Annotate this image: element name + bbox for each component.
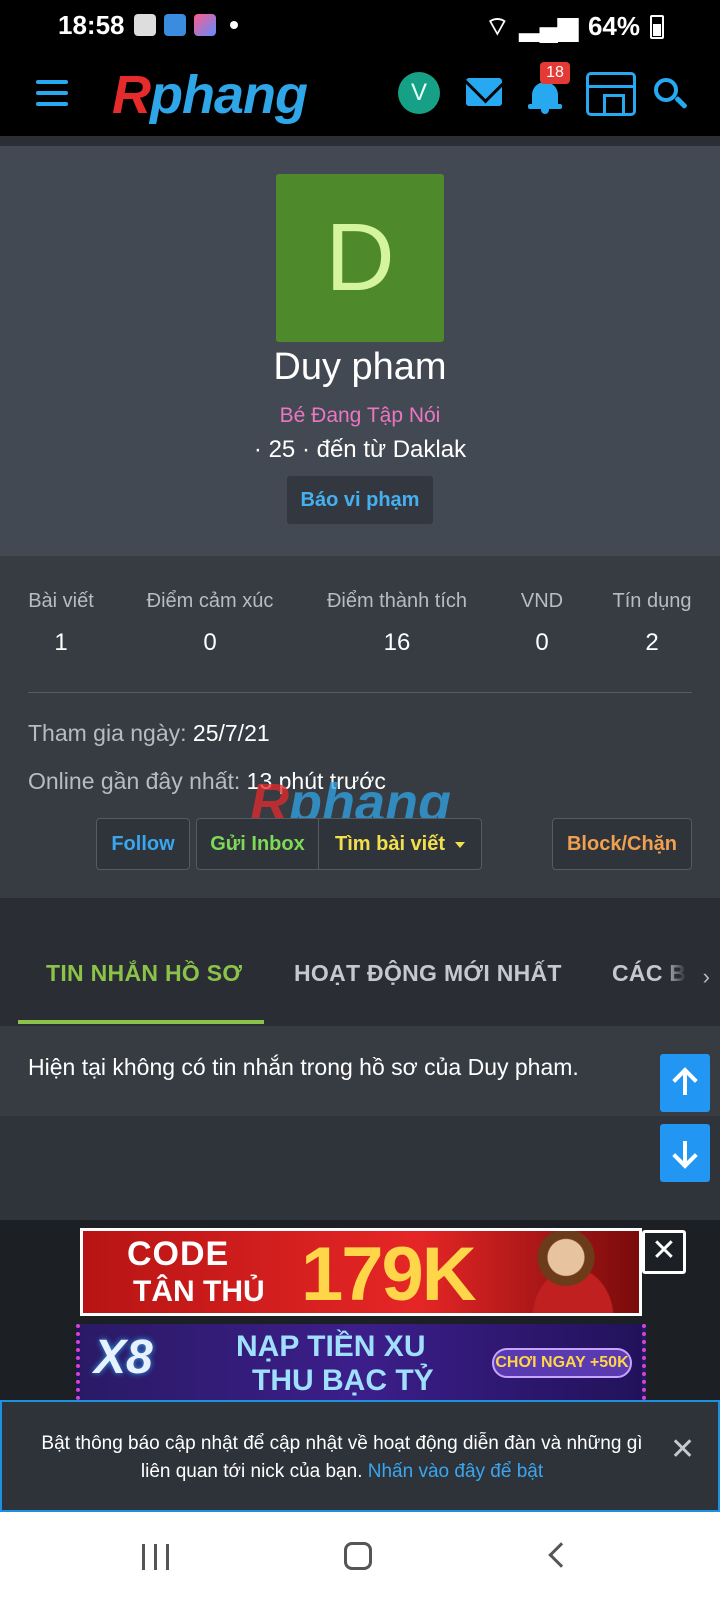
messenger-icon [194, 14, 216, 36]
profile-avatar[interactable]: D [276, 174, 444, 342]
stat-label: Điểm thành tích [326, 590, 468, 612]
ad-banner-code[interactable]: CODE TÂN THỦ 179K [80, 1228, 642, 1316]
content-spacer [0, 1116, 720, 1220]
status-notification-icons [134, 14, 238, 36]
recent-apps-icon[interactable] [142, 1544, 170, 1570]
stat-value: 0 [535, 629, 549, 656]
app-icon [164, 14, 186, 36]
stats-divider [28, 692, 692, 693]
battery-icon [650, 14, 664, 39]
close-icon[interactable]: ✕ [670, 1432, 695, 1467]
follow-button[interactable]: Follow [96, 818, 190, 870]
system-nav-bar [0, 1512, 720, 1600]
block-button[interactable]: Block/Chặn [552, 818, 692, 870]
find-posts-dropdown[interactable]: Tìm bài viết [318, 818, 482, 870]
stat-credit[interactable]: Tín dụng 2 [610, 590, 694, 657]
mail-icon[interactable] [466, 78, 502, 106]
stat-value: 16 [383, 629, 411, 656]
top-nav: Rphang V 18 [0, 52, 720, 136]
stat-label: Điểm cảm xúc [146, 590, 274, 612]
push-notice-text: Bật thông báo cập nhật để cập nhật về ho… [41, 1433, 643, 1482]
battery-percent: 64% [587, 11, 640, 41]
user-avatar[interactable]: V [398, 72, 440, 114]
joined-value: 25/7/21 [192, 720, 270, 746]
find-posts-label: Tìm bài viết [334, 833, 446, 855]
stat-vnd[interactable]: VND 0 [518, 590, 566, 657]
menu-icon[interactable] [36, 80, 68, 106]
notification-badge: 18 [540, 62, 570, 84]
profile-meta: · 25 · đến từ Daklak [253, 436, 467, 463]
stat-value: 2 [645, 629, 659, 656]
more-dot-icon [230, 21, 238, 29]
stat-label: Bài viết [28, 590, 94, 612]
profile-title: Bé Đang Tập Nói [279, 404, 441, 427]
stat-label: Tín dụng [612, 590, 692, 612]
tab-profile-posts[interactable]: TIN NHẮN HỒ SƠ [46, 960, 242, 987]
stat-reactions[interactable]: Điểm cảm xúc 0 [142, 590, 278, 657]
chevron-down-icon [455, 841, 466, 848]
profile-stats: Bài viết 1 Điểm cảm xúc 0 Điểm thành tíc… [0, 556, 720, 900]
profile-name: Duy pham [273, 346, 447, 388]
profile-tabs: TIN NHẮN HỒ SƠ HOẠT ĐỘNG MỚI NHẤT CÁC B … [0, 898, 720, 1024]
search-icon[interactable] [654, 78, 690, 114]
joined-row: Tham gia ngày: 25/7/21 [28, 720, 270, 747]
status-time: 18:58 [58, 10, 125, 40]
signal-icon: ▂▄▆ [519, 11, 578, 41]
ad-banner-x8[interactable]: X8 NẠP TIỀN XU THU BẠC TỶ CHƠI NGAY +50K [76, 1324, 646, 1400]
empty-message: Hiện tại không có tin nhắn trong hồ sơ c… [28, 1054, 579, 1080]
stat-value: 1 [54, 629, 68, 656]
profile-posts-panel: Hiện tại không có tin nhắn trong hồ sơ c… [0, 1026, 720, 1116]
back-icon[interactable] [548, 1542, 574, 1568]
profile-header: D Duy pham Bé Đang Tập Nói · 25 · đến từ… [0, 146, 720, 556]
stat-value: 0 [203, 629, 217, 656]
ad-model-image [503, 1231, 639, 1313]
home-icon[interactable] [344, 1542, 372, 1570]
joined-label: Tham gia ngày: [28, 720, 187, 746]
wifi-icon: ⌔ [485, 11, 510, 41]
stat-trophy-points[interactable]: Điểm thành tích 16 [324, 590, 470, 657]
stat-posts[interactable]: Bài viết 1 [28, 590, 94, 657]
push-notice: Bật thông báo cập nhật để cập nhật về ho… [0, 1400, 720, 1512]
last-online-label: Online gần đây nhất: [28, 768, 241, 794]
enable-notifications-link[interactable]: Nhấn vào đây để bật [368, 1461, 543, 1482]
status-bar: 18:58 ⌔ ▂▄▆ 64% [0, 0, 720, 52]
active-tab-indicator [18, 1020, 264, 1024]
arrow-up-icon [672, 1067, 698, 1098]
scroll-top-button[interactable] [660, 1054, 710, 1112]
ad-zone: CODE TÂN THỦ 179K ✕ X8 NẠP TIỀN XU THU B… [0, 1220, 720, 1400]
status-right: ⌔ ▂▄▆ 64% [485, 10, 664, 43]
arrow-down-icon [672, 1138, 698, 1169]
site-logo[interactable]: Rphang [112, 64, 308, 126]
store-icon[interactable] [586, 72, 636, 116]
scroll-bottom-button[interactable] [660, 1124, 710, 1182]
close-ad-button[interactable]: ✕ [642, 1230, 686, 1274]
send-inbox-button[interactable]: Gửi Inbox [196, 818, 318, 870]
report-button[interactable]: Báo vi phạm [287, 476, 433, 524]
tab-latest-activity[interactable]: HOẠT ĐỘNG MỚI NHẤT [294, 960, 562, 987]
stat-label: VND [520, 590, 564, 612]
chevron-right-icon[interactable]: › [664, 954, 720, 1000]
gallery-icon [134, 14, 156, 36]
